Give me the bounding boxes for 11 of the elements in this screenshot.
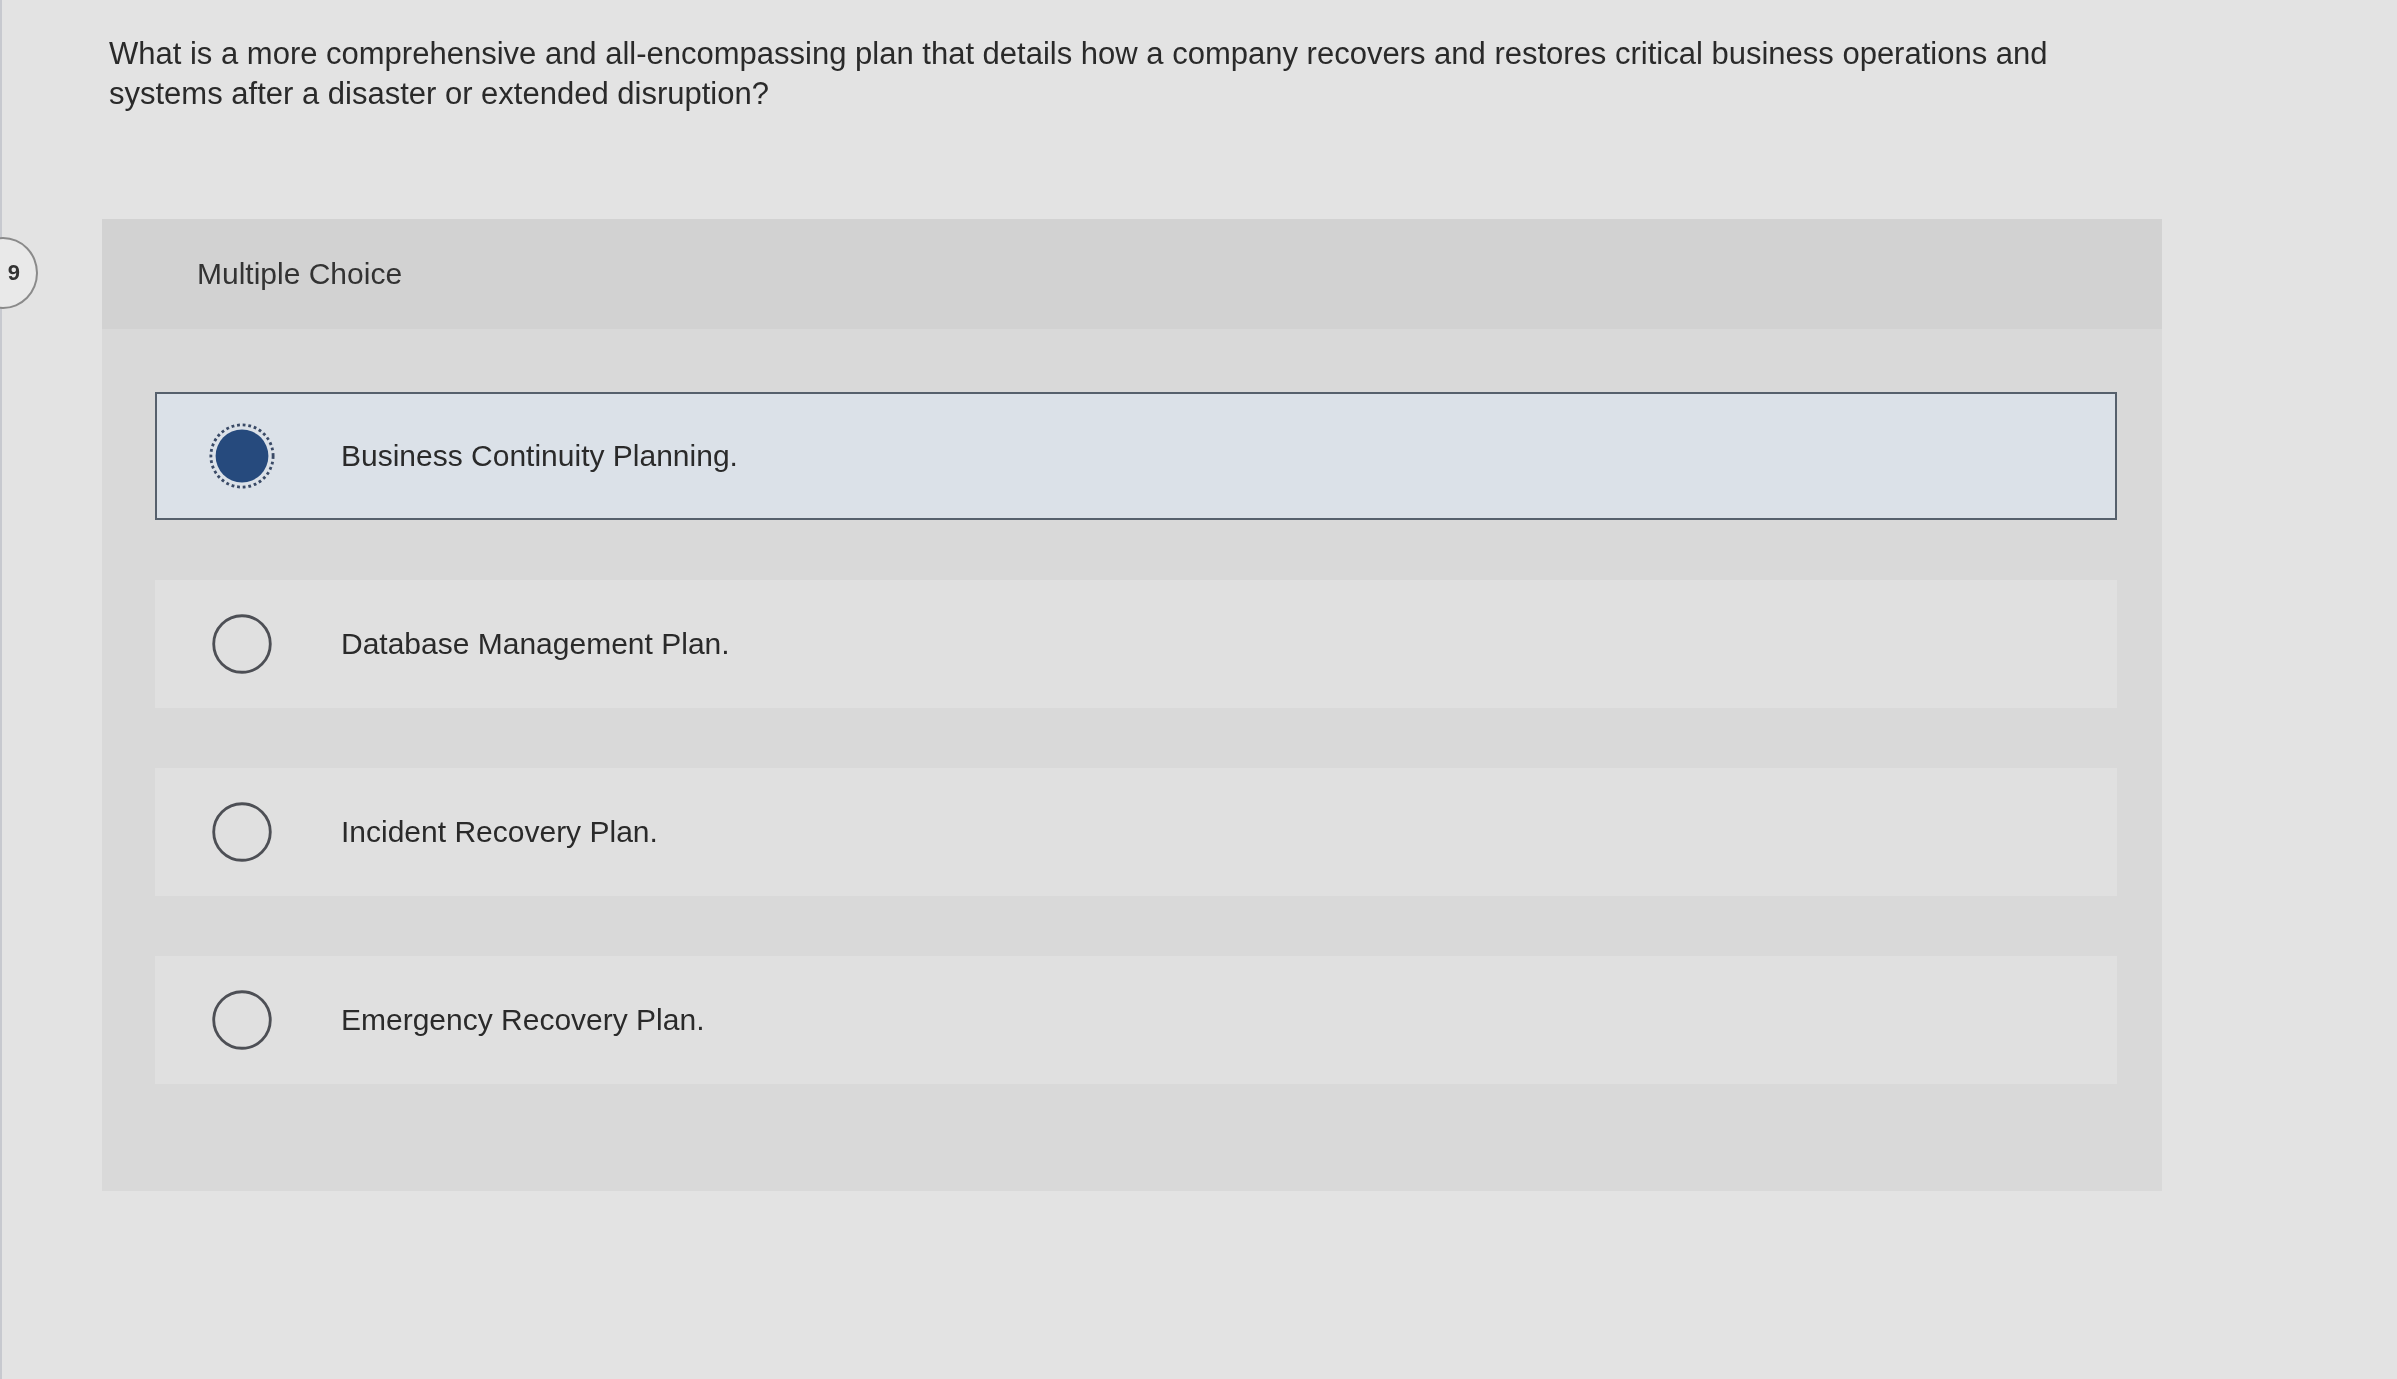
filled-radio-icon[interactable] bbox=[209, 423, 275, 489]
question-number: 9 bbox=[7, 260, 20, 286]
answer-option[interactable]: Emergency Recovery Plan. bbox=[155, 956, 2117, 1084]
radio-icon[interactable] bbox=[209, 987, 275, 1053]
panel-title: Multiple Choice bbox=[197, 257, 403, 291]
answer-option[interactable]: Incident Recovery Plan. bbox=[155, 768, 2117, 896]
answer-option[interactable]: Database Management Plan. bbox=[155, 580, 2117, 708]
radio-icon[interactable] bbox=[209, 611, 275, 677]
question-text: What is a more comprehensive and all-encompassing plan that details how a company recovers and restores critical business operations and systems after a disaster or extended disruption? bbox=[108, 35, 2049, 113]
radio-icon[interactable] bbox=[209, 799, 275, 865]
answer-option[interactable]: Business Continuity Planning. bbox=[155, 392, 2117, 520]
